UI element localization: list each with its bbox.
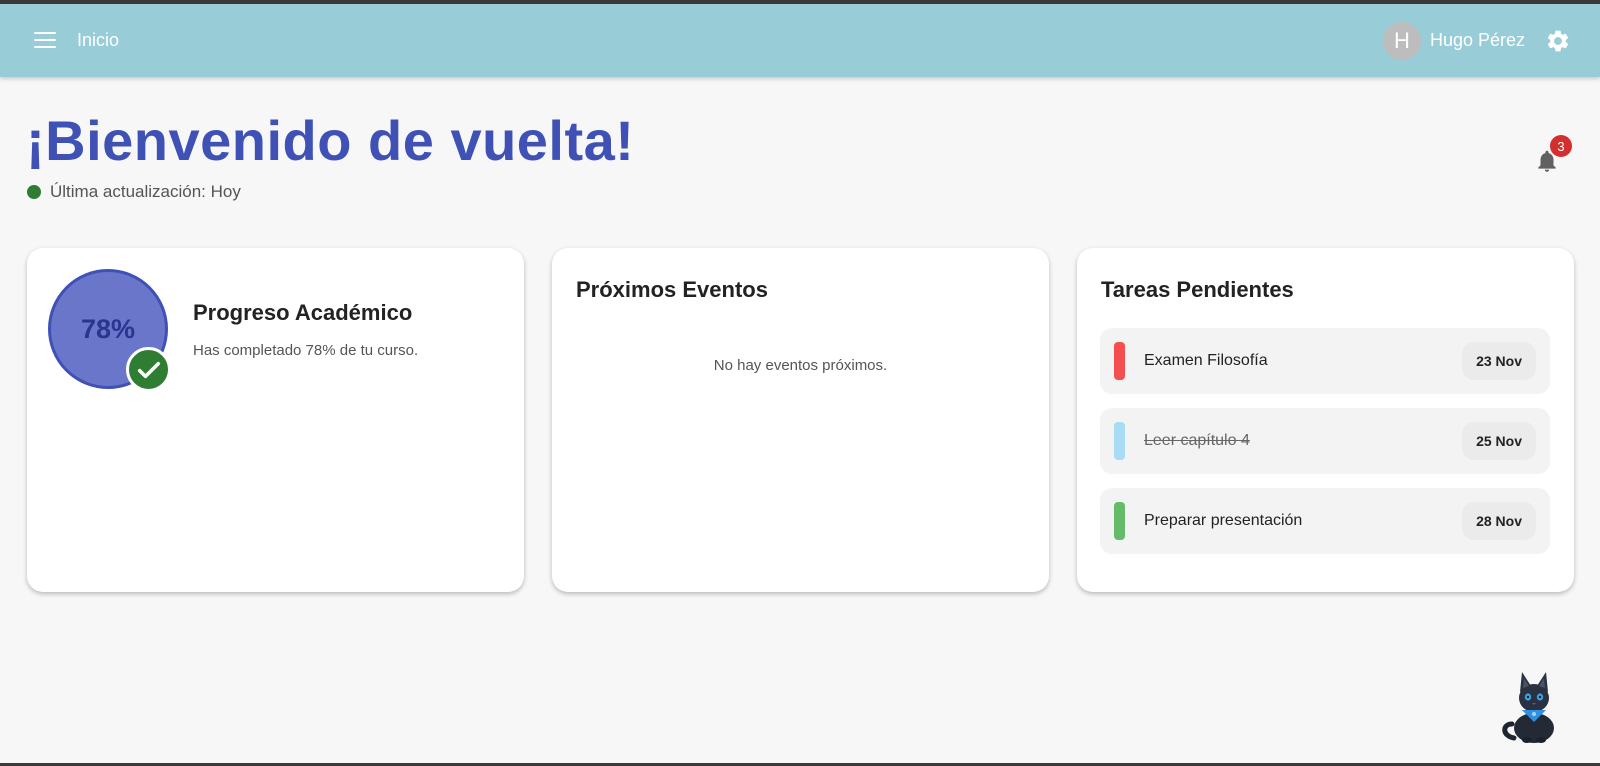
task-item[interactable]: Leer capítulo 4 25 Nov <box>1100 408 1550 474</box>
avatar[interactable]: H <box>1383 22 1421 60</box>
task-item[interactable]: Examen Filosofía 23 Nov <box>1100 328 1550 394</box>
app-bar: Inicio H Hugo Pérez <box>0 4 1600 77</box>
last-update-status: Última actualización: Hoy <box>27 182 241 202</box>
progress-percent: 78% <box>80 313 136 344</box>
task-label: Examen Filosofía <box>1144 352 1268 369</box>
page-title: ¡Bienvenido de vuelta! <box>26 109 635 172</box>
progress-title: Progreso Académico <box>193 300 413 325</box>
app-bar-title: Inicio <box>77 30 120 50</box>
task-date: 28 Nov <box>1462 502 1536 540</box>
tasks-title: Tareas Pendientes <box>1101 277 1294 302</box>
user-name[interactable]: Hugo Pérez <box>1430 30 1525 51</box>
cat-mascot-icon[interactable] <box>1500 668 1572 744</box>
events-empty-message: No hay eventos próximos. <box>713 357 888 374</box>
check-icon <box>126 347 171 392</box>
menu-icon[interactable] <box>33 30 57 50</box>
task-date: 23 Nov <box>1462 342 1536 380</box>
task-color-bar <box>1114 422 1125 460</box>
task-item[interactable]: Preparar presentación 28 Nov <box>1100 488 1550 554</box>
progress-card: 78% Progreso Académico Has completado 78… <box>27 248 524 592</box>
status-text: Última actualización: Hoy <box>50 182 241 201</box>
gear-icon[interactable] <box>1545 28 1571 54</box>
task-color-bar <box>1114 342 1125 380</box>
status-dot <box>27 185 41 199</box>
tasks-card: Tareas Pendientes Examen Filosofía 23 No… <box>1077 248 1574 592</box>
events-title: Próximos Eventos <box>576 277 768 302</box>
task-label: Leer capítulo 4 <box>1144 432 1250 449</box>
progress-subtitle: Has completado 78% de tu curso. <box>193 342 419 359</box>
task-date: 25 Nov <box>1462 422 1536 460</box>
task-label: Preparar presentación <box>1144 512 1303 529</box>
notification-badge: 3 <box>1550 135 1572 157</box>
task-color-bar <box>1114 502 1125 540</box>
events-card: Próximos Eventos No hay eventos próximos… <box>552 248 1049 592</box>
